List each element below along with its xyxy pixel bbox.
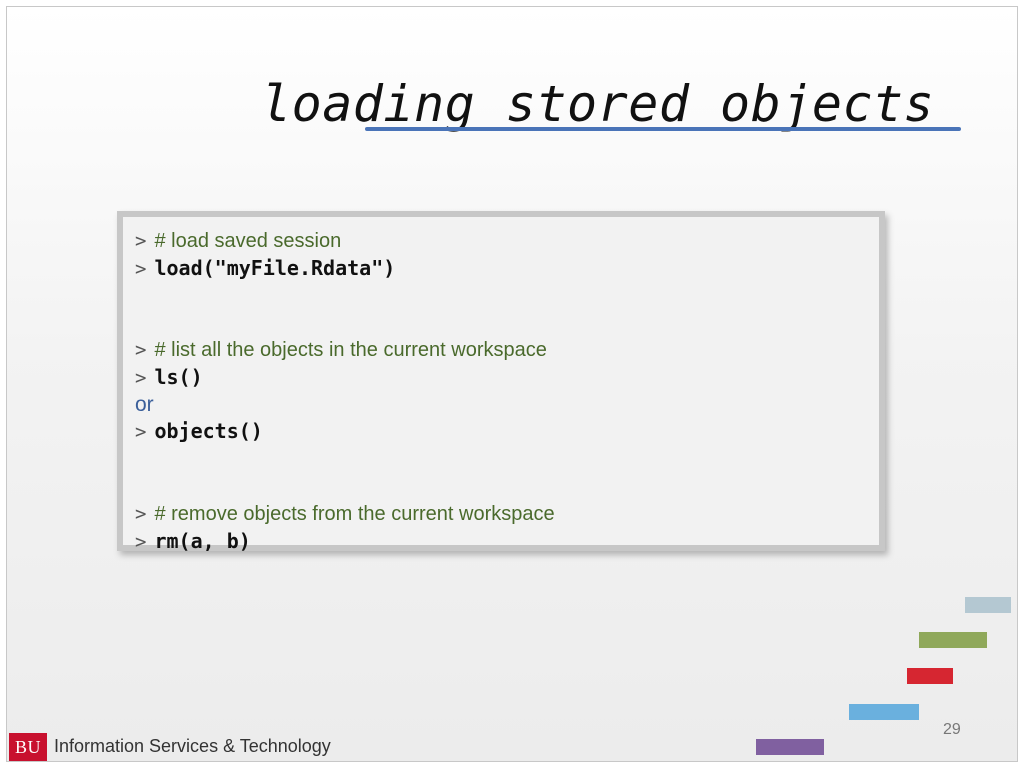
code-comment: # load saved session — [154, 230, 342, 252]
code-comment: # list all the objects in the current wo… — [154, 339, 547, 361]
page-number: 29 — [943, 721, 961, 738]
code-statement: load("myFile.Rdata") — [154, 256, 396, 280]
prompt-symbol: > — [135, 258, 147, 280]
decorative-bar-gray — [965, 597, 1011, 613]
decorative-bar-blue — [849, 704, 919, 720]
prompt-symbol: > — [135, 531, 147, 553]
code-line: > ls() — [135, 364, 203, 390]
decorative-bar-purple — [756, 739, 824, 755]
code-line: or — [135, 391, 154, 417]
code-statement: objects() — [154, 419, 263, 443]
prompt-symbol: > — [135, 339, 147, 361]
code-line: > # load saved session — [135, 227, 341, 253]
prompt-symbol: > — [135, 503, 147, 525]
slide: loading stored objects > # load saved ses… — [6, 6, 1018, 762]
code-line: > # remove objects from the current works… — [135, 500, 555, 526]
footer-org-name: Information Services & Technology — [54, 736, 331, 756]
code-comment: # remove objects from the current worksp… — [154, 503, 555, 525]
code-line: > load("myFile.Rdata") — [135, 255, 395, 281]
code-statement: rm(a, b) — [154, 529, 251, 553]
decorative-bar-green — [919, 632, 987, 648]
prompt-symbol: > — [135, 367, 147, 389]
prompt-symbol: > — [135, 230, 147, 252]
title-underline — [365, 127, 961, 131]
prompt-symbol: > — [135, 421, 147, 443]
code-line: > rm(a, b) — [135, 528, 251, 554]
code-line: > # list all the objects in the current w… — [135, 336, 547, 362]
code-statement: ls() — [154, 365, 203, 389]
code-box: > # load saved session > load("myFile.Rdat… — [117, 211, 885, 554]
or-separator: or — [135, 393, 154, 416]
code-line: > objects() — [135, 418, 263, 444]
bu-logo: BU — [9, 733, 47, 761]
slide-title: loading stored objects — [261, 75, 935, 133]
decorative-bar-red — [907, 668, 953, 684]
